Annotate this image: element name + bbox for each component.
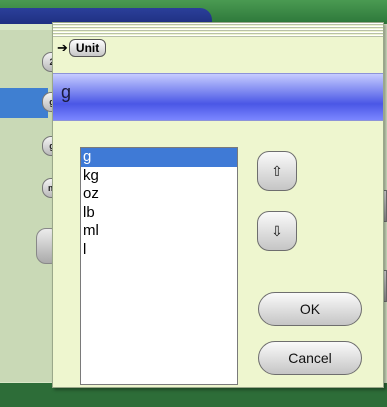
unit-dialog: ➔ Unit g g kg oz lb ml l ⇧ ⇩ OK Cancel — [52, 22, 384, 388]
background-selected-row — [0, 88, 48, 118]
arrow-up-icon: ⇧ — [271, 162, 283, 179]
unit-list-item[interactable]: ml — [81, 222, 237, 241]
dialog-title: Unit — [68, 39, 107, 57]
unit-list-item[interactable]: lb — [81, 204, 237, 223]
unit-list[interactable]: g kg oz lb ml l — [80, 147, 238, 385]
background-sidebar — [0, 30, 60, 382]
current-value-text: g — [61, 82, 72, 102]
unit-list-item[interactable]: l — [81, 241, 237, 260]
dialog-title-row: ➔ Unit — [57, 38, 107, 58]
move-up-button[interactable]: ⇧ — [257, 151, 297, 191]
arrow-right-icon: ➔ — [57, 40, 68, 55]
dialog-title-stripes — [53, 23, 383, 37]
move-down-button[interactable]: ⇩ — [257, 211, 297, 251]
arrow-down-icon: ⇩ — [271, 222, 283, 239]
unit-list-item[interactable]: g — [81, 148, 237, 167]
unit-list-item[interactable]: oz — [81, 185, 237, 204]
current-value-display: g — [53, 73, 383, 121]
cancel-button[interactable]: Cancel — [258, 341, 362, 375]
unit-list-item[interactable]: kg — [81, 167, 237, 186]
ok-button[interactable]: OK — [258, 292, 362, 326]
